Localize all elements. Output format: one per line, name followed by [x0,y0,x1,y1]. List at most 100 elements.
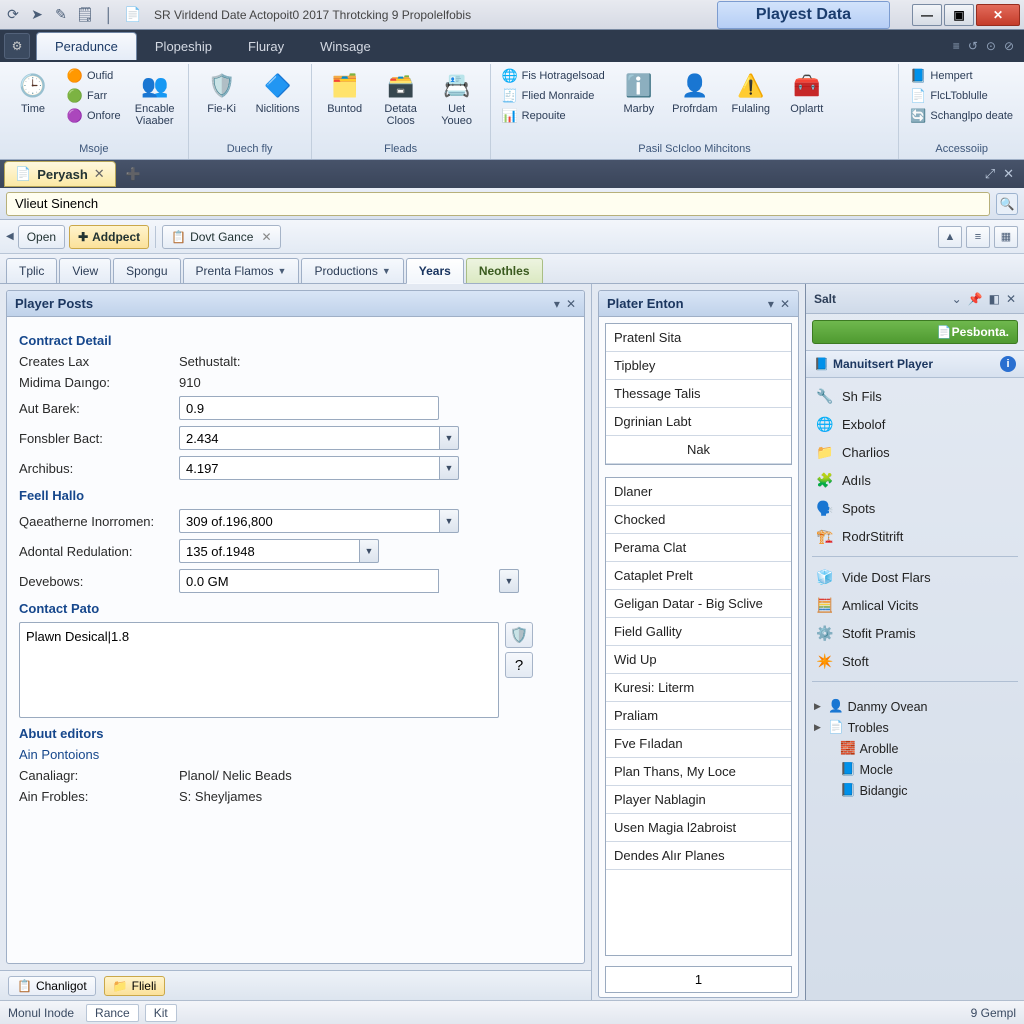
nav-item[interactable]: 🔧Sh Fils [808,382,1022,410]
app-menu-button[interactable]: ⚙ [4,33,30,59]
list-item[interactable]: Chocked [606,506,791,534]
ribbon-schanglpo[interactable]: 🔄Schanglpo deate [905,106,1018,126]
nav-item[interactable]: 📁Charlios [808,438,1022,466]
list-item[interactable]: Dlaner [606,478,791,506]
edit-icon[interactable]: ✎ [52,6,70,24]
ribbon-time-button[interactable]: 🕒Time [6,66,60,132]
ribbon-buntod-button[interactable]: 🗂️Buntod [318,66,372,132]
chevron-down-icon[interactable]: ⌄ [952,292,962,306]
ribbon-oufid[interactable]: 🟠Oufid [62,66,126,86]
status-rance[interactable]: Rance [86,1004,139,1022]
tab-spongu[interactable]: Spongu [113,258,180,283]
list-item[interactable]: Player Nablagin [606,786,791,814]
adontal-input[interactable] [179,539,359,563]
ribbon-hempert[interactable]: 📘Hempert [905,66,1018,86]
dropdown-button[interactable]: ▼ [439,426,459,450]
menu-tab-peradunce[interactable]: Peradunce [36,32,137,60]
window-icon[interactable]: ◧ [989,292,1000,306]
list-item[interactable]: Perama Clat [606,534,791,562]
list-item[interactable]: Cataplet Prelt [606,562,791,590]
minimize-button[interactable]: — [912,4,942,26]
devebows-input[interactable] [179,569,439,593]
list-item[interactable]: Tipbley [606,352,791,380]
document-tab[interactable]: 📄 Peryash ✕ [4,161,116,187]
list-item[interactable]: Kuresi: Literm [606,674,791,702]
nav-item[interactable]: 🌐Exbolof [808,410,1022,438]
chanligot-button[interactable]: 📋 Chanligot [8,976,96,996]
dovt-gance-button[interactable]: 📋 Dovt Gance✕ [162,225,280,249]
pager[interactable]: 1 [605,966,792,993]
menu-tab-winsage[interactable]: Winsage [302,33,389,60]
archibus-input[interactable] [179,456,439,480]
panel-menu-icon[interactable]: ▾ [768,297,774,311]
tab-neothles[interactable]: Neothles [466,258,543,283]
list-item[interactable]: Dendes Alır Planes [606,842,791,870]
reload-icon[interactable]: ↺ [968,39,978,53]
tab-view[interactable]: View [59,258,111,283]
plater-listbox[interactable]: Pratenl Sita Tipbley Thessage Talis Dgri… [605,323,792,465]
nav-item[interactable]: ✴️Stoft [808,647,1022,675]
close-icon[interactable]: ✕ [261,230,271,244]
list-item[interactable]: Field Gallity [606,618,791,646]
dropdown-button[interactable]: ▼ [499,569,519,593]
tab-prenta[interactable]: Prenta Flamos▼ [183,258,300,283]
tree-node[interactable]: 📘Bidangic [812,780,1018,801]
menu-tab-plopeship[interactable]: Plopeship [137,33,230,60]
close-icon[interactable]: ✕ [1003,166,1014,182]
ribbon-onfore[interactable]: 🟣Onfore [62,106,126,126]
tab-years[interactable]: Years [406,258,464,284]
tree-node[interactable]: ▶📄Trobles [812,717,1018,738]
contact-pato-textarea[interactable] [19,622,499,718]
nav-item[interactable]: 🗣️Spots [808,494,1022,522]
list-item[interactable]: Thessage Talis [606,380,791,408]
list-icon[interactable]: ≡ [966,226,990,248]
ribbon-fieki-button[interactable]: 🛡️Fie-Ki [195,66,249,120]
ribbon-repouite[interactable]: 📊Repouite [497,106,610,126]
expand-icon[interactable]: ▶ [814,701,824,712]
list-item[interactable]: Geligan Datar - Big Sclive [606,590,791,618]
maximize-button[interactable]: ▣ [944,4,974,26]
list-item[interactable]: Usen Magia l2abroist [606,814,791,842]
nav-item[interactable]: 🧊Vide Dost Flars [808,563,1022,591]
search-go-button[interactable]: 🔍 [996,193,1018,215]
plater-listbox-2[interactable]: Dlaner Chocked Perama Clat Cataplet Prel… [605,477,792,956]
list-item[interactable]: Plan Thans, My Loce [606,758,791,786]
tree-node[interactable]: ▶👤Danmy Ovean [812,696,1018,717]
ribbon-detata-button[interactable]: 🗃️Detata Cloos [374,66,428,132]
status-kit[interactable]: Kit [145,1004,177,1022]
ribbon-oplartt-button[interactable]: 🧰Oplartt [780,66,834,126]
ribbon-profrdam-button[interactable]: 👤Profrdam [668,66,722,126]
expand-icon[interactable]: ▶ [814,722,824,733]
ribbon-marby-button[interactable]: ℹ️Marby [612,66,666,126]
ribbon-fulaling-button[interactable]: ⚠️Fulaling [724,66,778,126]
expand-icon[interactable]: ⤢ [985,166,995,182]
list-item[interactable]: Fve Fıladan [606,730,791,758]
tree-node[interactable]: 📘Mocle [812,759,1018,780]
menu-tab-fluray[interactable]: Fluray [230,33,302,60]
ribbon-farr[interactable]: 🟢Farr [62,86,126,106]
forward-icon[interactable]: ➤ [28,6,46,24]
ribbon-encable-button[interactable]: 👥Encable Viaaber [128,66,182,132]
menu-icon[interactable]: ≡ [953,39,960,53]
qaeatherne-input[interactable] [179,509,439,533]
list-item[interactable]: Praliam [606,702,791,730]
tab-close-icon[interactable]: ✕ [94,166,105,182]
search-input[interactable] [6,192,990,216]
help-button[interactable]: ? [505,652,533,678]
list-item[interactable]: Wid Up [606,646,791,674]
list-item[interactable]: Pratenl Sita [606,324,791,352]
dropdown-button[interactable]: ▼ [439,509,459,533]
tab-productions[interactable]: Productions▼ [301,258,403,283]
ribbon-niclitions-button[interactable]: 🔷Niclitions [251,66,305,120]
back-icon[interactable]: ◀ [6,231,14,242]
pesbonta-banner[interactable]: 📄 Pesbonta. [812,320,1018,344]
ribbon-hotrage[interactable]: 🌐Fis Hotragelsoad [497,66,610,86]
panel-close-icon[interactable]: ✕ [566,297,576,311]
refresh-icon[interactable]: ⟳ [4,6,22,24]
nav-item[interactable]: ⚙️Stofit Pramis [808,619,1022,647]
fonsbler-input[interactable] [179,426,439,450]
shield-button[interactable]: 🛡️ [505,622,533,648]
nav-item[interactable]: 🏗️RodrStitrift [808,522,1022,550]
nav-item[interactable]: 🧩Adıls [808,466,1022,494]
panel-menu-icon[interactable]: ▾ [554,297,560,311]
